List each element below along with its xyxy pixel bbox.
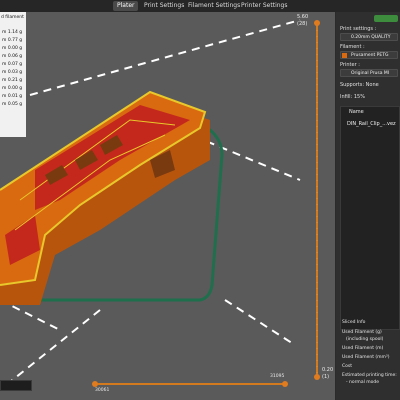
- legend-row: m 0.05 g: [2, 102, 23, 107]
- object-list[interactable]: Name DIN_Rail_Clip_...vez: [340, 106, 400, 330]
- top-tab-bar: Plater Print Settings Filament Settings …: [0, 0, 400, 12]
- legend-row: m 0.21 g: [2, 78, 23, 83]
- filament-label: Filament :: [340, 44, 365, 50]
- used-filament-m: Used Filament (m): [342, 346, 384, 351]
- supports-label: Supports: None: [340, 82, 379, 88]
- toolpath-preview: [0, 19, 301, 391]
- filament-combo[interactable]: Prusament PETG: [340, 51, 398, 59]
- move-slider-track: [92, 381, 288, 387]
- layer-bottom-height: 0.20: [322, 367, 334, 373]
- layer-slider-track: [314, 20, 320, 380]
- infill-label: Infill: 15%: [340, 94, 365, 100]
- mode-toggle[interactable]: [374, 15, 398, 22]
- legend-row: m 0.06 g: [2, 54, 23, 59]
- legend-row: m 0.01 g: [2, 94, 23, 99]
- printer-label: Printer :: [340, 62, 360, 68]
- bed-outline-line: [224, 299, 296, 346]
- tab-plater[interactable]: Plater: [113, 1, 139, 11]
- tab-printer-settings[interactable]: Printer Settings: [237, 1, 291, 11]
- move-left-value: 30061: [95, 388, 110, 393]
- legend-row: m 0.00 g: [2, 46, 23, 51]
- print-settings-label: Print settings :: [340, 26, 377, 32]
- filament-color-swatch: [342, 53, 347, 58]
- tab-print-settings[interactable]: Print Settings: [140, 1, 188, 11]
- 3d-preview-viewport[interactable]: [0, 12, 335, 400]
- sliced-info: Sliced Info Used Filament (g) (including…: [340, 318, 398, 398]
- layer-bottom-index: (1): [322, 374, 330, 380]
- tab-filament-settings[interactable]: Filament Settings: [184, 1, 244, 11]
- move-slider[interactable]: 30061 31095: [0, 374, 290, 400]
- used-filament-g: Used Filament (g): [342, 330, 382, 335]
- normal-mode: - normal mode: [346, 380, 380, 385]
- move-right-value: 31095: [270, 374, 285, 379]
- bed-outline-line: [29, 19, 301, 96]
- move-left-handle: [92, 381, 98, 387]
- object-list-header: Name: [349, 109, 364, 115]
- sliced-info-header: Sliced Info: [342, 320, 366, 325]
- legend-row: m 1.14 g: [2, 30, 23, 35]
- object-list-item[interactable]: DIN_Rail_Clip_...vez: [347, 121, 396, 127]
- top-handle: [314, 20, 320, 26]
- print-settings-combo[interactable]: 0.20mm QUALITY: [340, 33, 398, 41]
- legend-header: d filament: [1, 15, 24, 20]
- move-right-handle: [282, 381, 288, 387]
- right-sidebar: Print settings : 0.20mm QUALITY Filament…: [336, 12, 400, 400]
- est-time: Estimated printing time:: [342, 373, 397, 378]
- printer-combo[interactable]: Original Prusa MI: [340, 69, 398, 77]
- legend-row: m 0.07 g: [2, 62, 23, 67]
- legend-row: m 0.00 g: [2, 86, 23, 91]
- legend-row: m 0.77 g: [2, 38, 23, 43]
- filament-legend: d filament m 1.14 g m 0.77 g m 0.00 g m …: [0, 12, 26, 137]
- bottom-handle: [314, 374, 320, 380]
- layer-slider[interactable]: 5.60 (28) 0.20 (1): [295, 12, 335, 400]
- including-spool: (including spool): [346, 337, 384, 342]
- bottom-selector[interactable]: [0, 380, 32, 391]
- cost: Cost: [342, 364, 353, 369]
- used-filament-mm3: Used Filament (mm³): [342, 355, 390, 360]
- legend-row: m 0.03 g: [2, 70, 23, 75]
